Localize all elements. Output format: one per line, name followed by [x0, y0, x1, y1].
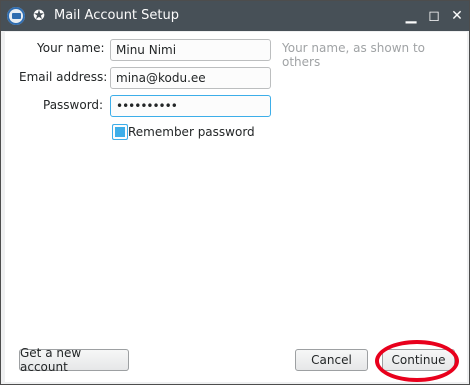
remember-password-label[interactable]: Remember password	[128, 125, 255, 139]
password-field[interactable]: ••••••••••	[110, 95, 271, 117]
mail-account-setup-window: ✪ Mail Account Setup ▁ ◻ ✕ Your name: Mi…	[0, 0, 470, 385]
dialog-content: Your name: Minu Nimi Your name, as shown…	[5, 32, 467, 382]
name-label: Your name:	[37, 41, 105, 55]
get-new-account-button[interactable]: Get a new account	[19, 346, 129, 374]
name-hint: Your name, as shown to others	[282, 41, 425, 69]
window-title: Mail Account Setup	[54, 8, 179, 23]
email-label: Email address:	[19, 70, 108, 84]
remember-password-checkbox[interactable]	[112, 124, 128, 140]
maximize-icon[interactable]: ◻	[424, 6, 444, 26]
window-menu-icon[interactable]: ✪	[30, 7, 48, 25]
highlight-annotation	[375, 340, 459, 382]
minimize-icon[interactable]: ▁	[401, 6, 421, 26]
thunderbird-icon	[7, 7, 25, 25]
name-field[interactable]: Minu Nimi	[110, 39, 271, 61]
close-icon[interactable]: ✕	[447, 6, 467, 26]
email-field[interactable]: mina@kodu.ee	[110, 67, 271, 89]
cancel-button[interactable]: Cancel	[295, 349, 368, 371]
titlebar[interactable]: ✪ Mail Account Setup ▁ ◻ ✕	[1, 1, 469, 31]
password-label: Password:	[43, 98, 104, 112]
